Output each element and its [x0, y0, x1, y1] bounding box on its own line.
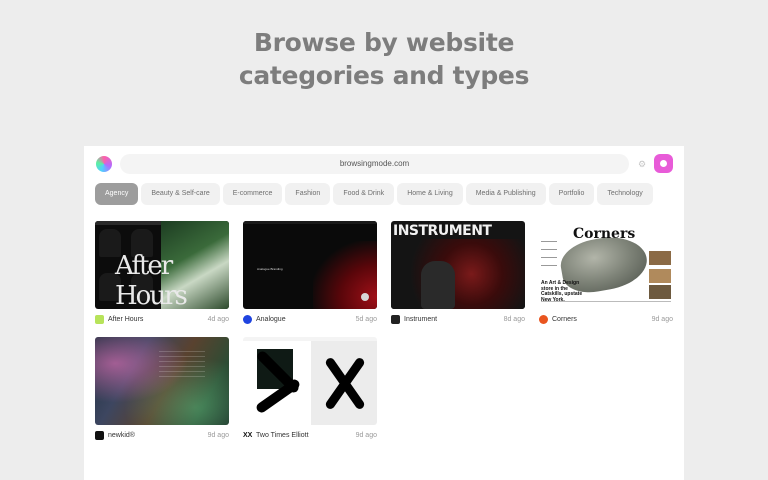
tab-media-publishing[interactable]: Media & Publishing: [465, 183, 546, 205]
site-thumbnail[interactable]: After Hours: [95, 221, 229, 309]
site-age: 9d ago: [651, 316, 673, 323]
favicon-icon: [95, 315, 104, 324]
site-age: 8d ago: [503, 316, 525, 323]
site-thumbnail[interactable]: [243, 337, 377, 425]
site-name[interactable]: Instrument: [404, 314, 437, 325]
tab-portfolio[interactable]: Portfolio: [548, 183, 595, 205]
url-bar[interactable]: browsingmode.com: [120, 154, 629, 174]
site-name[interactable]: Two Times Elliott: [256, 430, 309, 441]
hero-headline: Browse by website categories and types: [0, 26, 768, 92]
site-meta: Analogue 5d ago: [243, 314, 377, 326]
gradient-blob-icon[interactable]: [96, 156, 112, 172]
thumbnail-text: After Hours: [115, 251, 188, 309]
site-age: 9d ago: [207, 432, 229, 439]
site-meta: newkid® 9d ago: [95, 430, 229, 442]
app-window: browsingmode.com ⚙ Agency Beauty & Self-…: [84, 146, 684, 480]
favicon-icon: XX: [243, 432, 253, 439]
tab-agency[interactable]: Agency: [95, 183, 139, 205]
tab-home-living[interactable]: Home & Living: [397, 183, 463, 205]
site-thumbnail[interactable]: Analogue Branding: [243, 221, 377, 309]
site-age: 9d ago: [355, 432, 377, 439]
category-tabs: Agency Beauty & Self-care E-commerce Fas…: [95, 183, 653, 205]
site-thumbnail[interactable]: Corners An Art & Design store in the Cat…: [539, 221, 673, 309]
favicon-icon: [243, 315, 252, 324]
tab-technology[interactable]: Technology: [597, 183, 653, 205]
gear-icon[interactable]: ⚙: [634, 156, 650, 172]
hero-headline-line2: categories and types: [238, 61, 530, 90]
play-icon: [361, 293, 369, 301]
site-name[interactable]: After Hours: [108, 314, 143, 325]
thumbnail-text: Analogue Branding: [257, 267, 283, 271]
favicon-icon: [95, 431, 104, 440]
site-age: 5d ago: [355, 316, 377, 323]
tab-beauty-self-care[interactable]: Beauty & Self-care: [141, 183, 220, 205]
browser-topbar: browsingmode.com ⚙: [84, 146, 684, 182]
tab-fashion[interactable]: Fashion: [285, 183, 331, 205]
thumbnail-text: INSTRUMENT: [393, 223, 492, 239]
tab-e-commerce[interactable]: E-commerce: [222, 183, 283, 205]
site-meta: XX Two Times Elliott 9d ago: [243, 430, 377, 442]
site-meta: After Hours 4d ago: [95, 314, 229, 326]
tab-food-drink[interactable]: Food & Drink: [333, 183, 395, 205]
action-button[interactable]: [654, 154, 673, 173]
pink-dot-icon: [660, 160, 667, 167]
thumbnail-caption: An Art & Design store in the Catskills, …: [541, 280, 583, 303]
thumbnail-text: Corners: [573, 226, 636, 242]
favicon-icon: [539, 315, 548, 324]
site-meta: Instrument 8d ago: [391, 314, 525, 326]
site-name[interactable]: Corners: [552, 314, 577, 325]
site-name[interactable]: newkid®: [108, 430, 135, 441]
site-thumbnail[interactable]: [95, 337, 229, 425]
site-age: 4d ago: [207, 316, 229, 323]
site-meta: Corners 9d ago: [539, 314, 673, 326]
site-thumbnail[interactable]: INSTRUMENT: [391, 221, 525, 309]
site-name[interactable]: Analogue: [256, 314, 286, 325]
favicon-icon: [391, 315, 400, 324]
hero-headline-line1: Browse by website: [253, 28, 515, 57]
